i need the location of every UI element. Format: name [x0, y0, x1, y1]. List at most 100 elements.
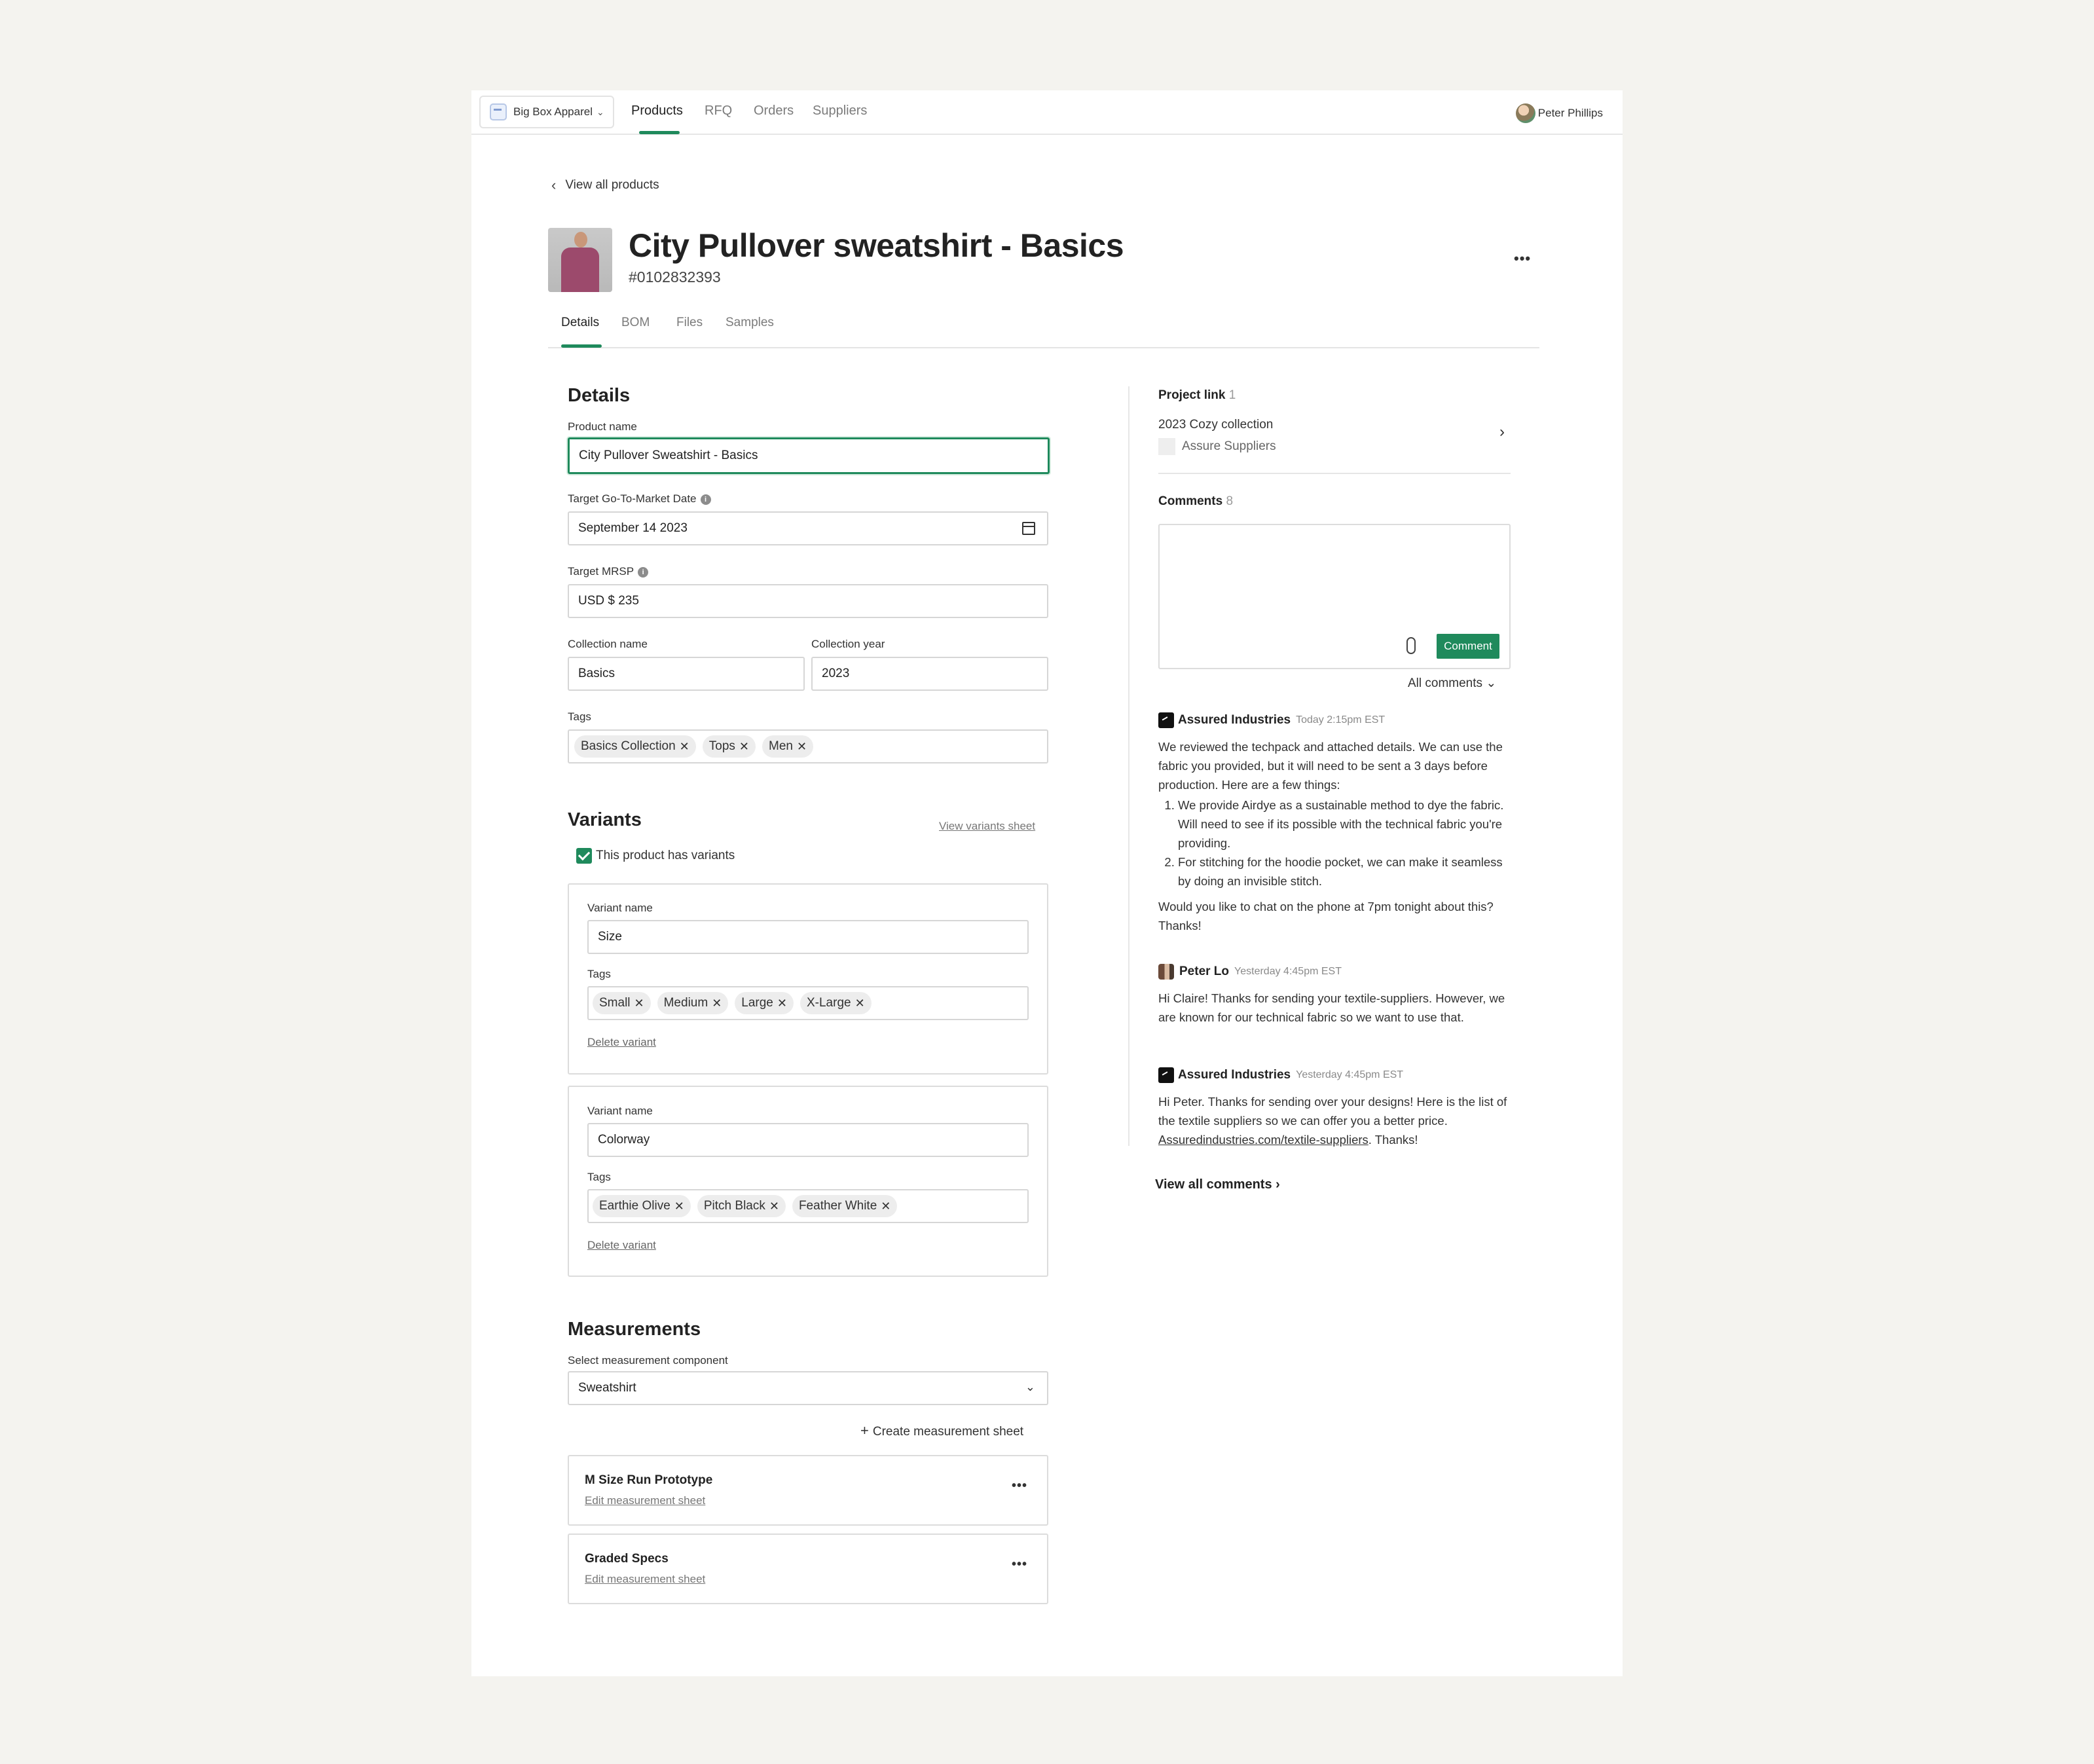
mrsp-input[interactable]: USD $ 235 [568, 584, 1048, 618]
comments-heading: Comments 8 [1158, 494, 1234, 508]
divider [1158, 473, 1511, 474]
close-icon[interactable]: ✕ [769, 1200, 779, 1213]
variant-name-input[interactable]: Size [587, 920, 1029, 954]
info-icon: i [638, 566, 649, 578]
comment-author: Assured Industries Yesterday 4:45pm EST [1158, 1067, 1403, 1083]
variant-tags-input[interactable]: Earthie Olive ✕ Pitch Black ✕ Feather Whit… [587, 1189, 1029, 1223]
tab-files[interactable]: Files [676, 316, 703, 330]
view-all-comments-link[interactable]: View all comments › [1155, 1177, 1280, 1192]
close-icon[interactable]: ✕ [777, 997, 787, 1010]
chevron-down-icon: ⌄ [1025, 1380, 1035, 1393]
close-icon[interactable]: ✕ [797, 740, 807, 754]
all-comments-filter[interactable]: All comments ⌄ [1408, 676, 1496, 691]
collection-name-input[interactable]: Basics [568, 657, 805, 691]
top-nav: Big Box Apparel ⌄ Products RFQ Orders Su… [471, 90, 1623, 135]
close-icon[interactable]: ✕ [674, 1200, 684, 1213]
product-sku: #0102832393 [629, 268, 721, 285]
tag-chip: Medium ✕ [657, 992, 729, 1014]
measurement-sheet-card[interactable]: Graded Specs Edit measurement sheet ••• [568, 1534, 1048, 1604]
tag-chip: Large ✕ [735, 992, 794, 1014]
close-icon[interactable]: ✕ [855, 997, 865, 1010]
product-name-input[interactable]: City Pullover Sweatshirt - Basics [568, 437, 1050, 474]
comment-author: Peter Lo Yesterday 4:45pm EST [1158, 964, 1342, 980]
delete-variant-link[interactable]: Delete variant [587, 1239, 656, 1252]
variants-heading: Variants [568, 809, 642, 830]
view-variants-sheet-link[interactable]: View variants sheet [939, 820, 1035, 833]
more-options-icon[interactable]: ••• [1012, 1557, 1027, 1572]
close-icon[interactable]: ✕ [634, 997, 644, 1010]
gtm-date-value: September 14 2023 [578, 521, 688, 535]
page-title: City Pullover sweatshirt - Basics [629, 227, 1124, 264]
supplier-link[interactable]: Assuredindustries.com/textile-suppliers [1158, 1133, 1368, 1147]
org-switcher[interactable]: Big Box Apparel ⌄ [479, 96, 614, 128]
measurement-selected-value: Sweatshirt [578, 1381, 636, 1395]
chevron-left-icon: ‹ [551, 177, 557, 193]
chevron-right-icon: › [1276, 1177, 1280, 1192]
comment-author: Assured Industries Today 2:15pm EST [1158, 712, 1385, 728]
variant-tags-label: Tags [587, 1171, 611, 1183]
column-divider [1128, 386, 1130, 1146]
variant-tags-input[interactable]: Small ✕ Medium ✕ Large ✕ X-Large ✕ [587, 986, 1029, 1020]
variant-name-label: Variant name [587, 1105, 653, 1117]
create-measurement-sheet-button[interactable]: + Create measurement sheet [860, 1422, 1023, 1439]
nav-tab-rfq[interactable]: RFQ [705, 103, 732, 119]
comment-body: Hi Claire! Thanks for sending your texti… [1158, 991, 1505, 1024]
has-variants-checkbox[interactable] [576, 848, 592, 864]
edit-measurement-sheet-link[interactable]: Edit measurement sheet [585, 1573, 705, 1586]
back-link-label: View all products [565, 178, 659, 192]
measurement-sheet-card[interactable]: M Size Run Prototype Edit measurement sh… [568, 1455, 1048, 1526]
tags-label: Tags [568, 710, 591, 723]
tags-input[interactable]: Basics Collection ✕ Tops ✕ Men ✕ [568, 729, 1048, 763]
mrsp-label: Target MRSP i [568, 565, 649, 578]
measurements-heading: Measurements [568, 1319, 701, 1340]
has-variants-label: This product has variants [596, 849, 735, 862]
plus-icon: + [860, 1422, 869, 1439]
tab-bom[interactable]: BOM [621, 316, 650, 330]
measurement-sheet-title: M Size Run Prototype [585, 1473, 713, 1487]
gtm-date-input[interactable]: September 14 2023 [568, 511, 1048, 545]
close-icon[interactable]: ✕ [680, 740, 689, 754]
user-name: Peter Phillips [1537, 107, 1603, 119]
tab-details[interactable]: Details [561, 316, 599, 330]
details-heading: Details [568, 385, 631, 406]
tag-chip: Feather White ✕ [792, 1195, 898, 1217]
nav-tab-orders[interactable]: Orders [754, 103, 794, 119]
delete-variant-link[interactable]: Delete variant [587, 1036, 656, 1049]
close-icon[interactable]: ✕ [739, 740, 749, 754]
comment-button[interactable]: Comment [1437, 634, 1499, 659]
nav-tab-products[interactable]: Products [631, 103, 683, 119]
paperclip-icon[interactable] [1406, 637, 1416, 654]
collection-year-input[interactable]: 2023 [811, 657, 1048, 691]
chevron-right-icon[interactable]: › [1499, 423, 1505, 441]
more-options-icon[interactable]: ••• [1012, 1479, 1027, 1494]
calendar-icon[interactable] [1022, 522, 1035, 535]
avatar [1515, 103, 1535, 123]
tag-chip: Basics Collection ✕ [574, 735, 696, 758]
product-name-label: Product name [568, 420, 637, 433]
measurement-component-select[interactable]: Sweatshirt ⌄ [568, 1371, 1048, 1405]
tag-chip: Tops ✕ [702, 735, 756, 758]
tab-active-indicator [561, 344, 602, 348]
close-icon[interactable]: ✕ [881, 1200, 891, 1213]
edit-measurement-sheet-link[interactable]: Edit measurement sheet [585, 1494, 705, 1507]
nav-tab-suppliers[interactable]: Suppliers [813, 103, 867, 119]
comment-body: Hi Peter. Thanks for sending over your d… [1158, 1095, 1507, 1147]
user-menu[interactable]: Peter Phillips [1515, 103, 1603, 123]
comment-body: We reviewed the techpack and attached de… [1158, 737, 1512, 935]
nav-active-indicator [639, 131, 680, 134]
more-options-icon[interactable]: ••• [1514, 250, 1531, 267]
tag-chip: Men ✕ [762, 735, 814, 758]
tab-samples[interactable]: Samples [726, 316, 774, 330]
collection-name-label: Collection name [568, 638, 648, 650]
tag-chip: Pitch Black ✕ [697, 1195, 786, 1217]
project-supplier: Assure Suppliers [1158, 438, 1276, 455]
close-icon[interactable]: ✕ [712, 997, 722, 1010]
company-logo-icon [1158, 1067, 1174, 1083]
tag-chip: Earthie Olive ✕ [593, 1195, 691, 1217]
project-link-heading: Project link 1 [1158, 388, 1236, 402]
variant-tags-label: Tags [587, 968, 611, 980]
project-name[interactable]: 2023 Cozy collection [1158, 418, 1273, 432]
variant-name-input[interactable]: Colorway [587, 1123, 1029, 1157]
back-link[interactable]: ‹ View all products [551, 177, 659, 194]
company-logo-icon [1158, 712, 1174, 728]
